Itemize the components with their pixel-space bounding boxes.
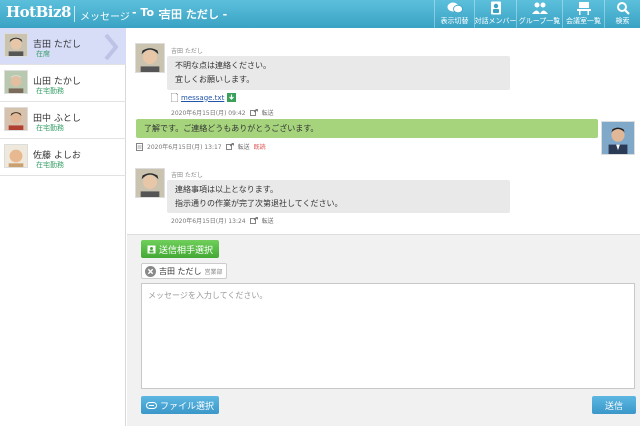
message-time: 2020年6月15日(月) 09:42 [171, 110, 246, 117]
message-thread: 吉田 ただし 不明な点は連絡ください。 宜しくお願いします。 message.t… [127, 28, 640, 234]
avatar [4, 107, 28, 131]
contact-status: 在席 [36, 50, 50, 58]
nav-view-toggle[interactable]: 表示切替 [434, 0, 474, 28]
message-line: 了解です。ご連絡どうもありがとうございます。 [144, 124, 319, 133]
to-recipient-name: 吉田 ただし - [160, 8, 228, 21]
contact-status: 在宅勤務 [36, 161, 64, 169]
contact-item[interactable]: 吉田 ただし 在席 [0, 28, 126, 65]
avatar [4, 144, 28, 168]
group-icon [531, 2, 548, 14]
nav-label: 検索 [615, 17, 630, 25]
avatar [4, 70, 28, 94]
message-bubble: 連絡事項は以上となります。 指示通りの作業が完了次第退社してください。 [167, 180, 510, 213]
avatar [135, 168, 165, 198]
nav-search[interactable]: 検索 [604, 0, 640, 28]
forward-link[interactable]: 転送 [262, 216, 274, 225]
search-icon [616, 2, 630, 15]
forward-icon[interactable] [249, 109, 258, 116]
contact-status: 在宅勤務 [36, 124, 64, 132]
forward-link[interactable]: 転送 [262, 108, 274, 117]
message-meta: 2020年6月15日(月) 13:24 転送 [171, 216, 274, 225]
message-line: 不明な点は連絡ください。 [175, 61, 271, 70]
message-bubble: 不明な点は連絡ください。 宜しくお願いします。 [167, 56, 510, 90]
sender-name: 吉田 ただし [171, 48, 203, 55]
attachment[interactable]: message.txt [171, 93, 237, 102]
avatar [601, 121, 635, 155]
nav-meeting-rooms[interactable]: 会議室一覧 [562, 0, 604, 28]
select-recipient-label: 送信相手選択 [158, 245, 213, 256]
message-line: 宜しくお願いします。 [175, 75, 255, 84]
compose-panel: 送信相手選択 吉田 ただし 営業部 メッセージを入力してください。 ファイル選択… [127, 234, 640, 426]
nav-label: 表示切替 [440, 17, 469, 25]
nav-label: 会議室一覧 [566, 17, 601, 25]
chevron-right-icon [104, 34, 118, 60]
send-label: 送信 [604, 401, 623, 412]
file-icon [171, 93, 178, 102]
recipient-department: 営業部 [204, 268, 223, 276]
nav-label: 対話メンバー [474, 17, 517, 25]
read-status: 既読 [253, 144, 266, 151]
message-placeholder: メッセージを入力してください。 [148, 291, 268, 300]
file-select-button[interactable]: ファイル選択 [141, 396, 219, 414]
nav-label: グループ一覧 [518, 17, 561, 25]
message-time: 2020年6月15日(月) 13:17 [147, 144, 222, 151]
to-label: - To : [132, 6, 163, 19]
recipient-chip[interactable]: 吉田 ただし 営業部 [141, 263, 227, 279]
contact-item[interactable]: 田中 ふとし 在宅勤務 [0, 102, 126, 139]
forward-link[interactable]: 転送 [238, 142, 250, 151]
message-bubble: 了解です。ご連絡どうもありがとうございます。 [136, 119, 598, 138]
app-logo[interactable]: HotBiz8 [6, 3, 71, 21]
send-button[interactable]: 送信 [592, 396, 636, 414]
address-book-icon [147, 245, 156, 253]
contact-item[interactable]: 佐藤 よしお 在宅勤務 [0, 139, 126, 176]
member-icon [490, 1, 501, 15]
contact-status: 在宅勤務 [36, 87, 64, 95]
forward-icon[interactable] [249, 217, 258, 224]
download-icon[interactable] [227, 93, 237, 102]
contact-list: 吉田 ただし 在席 山田 たかし 在宅勤務 田中 ふとし 在宅勤務 佐藤 よしお… [0, 28, 126, 426]
message-line: 指示通りの作業が完了次第退社してください。 [175, 199, 343, 208]
app-name[interactable]: メッセージ [80, 8, 130, 23]
message-input[interactable]: メッセージを入力してください。 [141, 283, 635, 389]
contact-item[interactable]: 山田 たかし 在宅勤務 [0, 65, 126, 102]
chat-bubbles-icon [447, 2, 463, 14]
header-divider [74, 6, 75, 22]
message-line: 連絡事項は以上となります。 [175, 185, 278, 194]
attachment-filename[interactable]: message.txt [181, 94, 224, 102]
forward-icon[interactable] [225, 143, 234, 150]
message-time: 2020年6月15日(月) 13:24 [171, 218, 246, 225]
nav-members[interactable]: 対話メンバー [474, 0, 517, 28]
meeting-room-icon [576, 2, 591, 15]
attachment-icon [145, 401, 157, 409]
select-recipient-button[interactable]: 送信相手選択 [141, 240, 219, 258]
app-header: HotBiz8 メッセージ - To : 吉田 ただし - 表示切替 対話メンバ… [0, 0, 640, 28]
sender-name: 吉田 ただし [171, 172, 203, 179]
message-meta: 2020年6月15日(月) 09:42 転送 [171, 108, 274, 117]
recipient-name: 吉田 ただし [159, 266, 202, 276]
avatar [4, 33, 28, 57]
nav-groups[interactable]: グループ一覧 [516, 0, 562, 28]
avatar [135, 43, 165, 73]
document-icon [136, 142, 143, 151]
remove-recipient-icon[interactable] [145, 265, 156, 277]
message-meta: 2020年6月15日(月) 13:17 転送 既読 [136, 142, 266, 151]
file-select-label: ファイル選択 [159, 401, 214, 412]
